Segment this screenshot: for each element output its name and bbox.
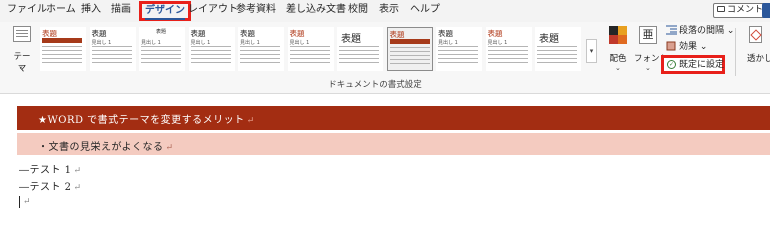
- style-set-thumbnail[interactable]: 表題見出し 1: [188, 27, 235, 71]
- document-formatting-group-label: ドキュメントの書式設定: [328, 80, 422, 90]
- paragraph-spacing-icon: [666, 25, 677, 35]
- tab-view[interactable]: 表示: [379, 4, 399, 16]
- effects-button[interactable]: 効果 ⌄: [666, 41, 707, 53]
- tab-review[interactable]: 校閲: [348, 4, 368, 16]
- tab-draw[interactable]: 描画: [111, 4, 131, 16]
- set-as-default-button[interactable]: ✓ 既定に設定: [661, 55, 725, 74]
- style-set-title: 表題: [91, 29, 107, 38]
- chevron-down-icon: ⌄: [18, 62, 24, 70]
- themes-icon: [13, 26, 31, 42]
- share-button[interactable]: [762, 3, 770, 18]
- style-set-text-lines: [42, 46, 82, 64]
- style-set-title: 表題: [539, 34, 559, 45]
- heading2-paragraph[interactable]: ・文書の見栄えがよくなる ↵: [17, 133, 770, 155]
- style-set-thumbnail[interactable]: 表題: [40, 27, 86, 71]
- style-set-title: 表題: [487, 29, 503, 38]
- design-ribbon: テーマ ⌄ 表題 表題 見出し 1 表題 見出し 1 表題 見出し 1 表題 見出し 1 表題 見出…: [0, 22, 770, 94]
- style-set-subtitle: 見出し 1: [91, 40, 112, 46]
- watermark-label: 透かし: [747, 54, 770, 64]
- comment-button[interactable]: コメント: [713, 3, 769, 18]
- style-set-text-lines: [487, 46, 528, 64]
- tab-help[interactable]: ヘルプ: [410, 4, 440, 16]
- tab-design[interactable]: デザイン: [139, 1, 191, 21]
- paragraph-spacing-label: 段落の間隔: [679, 26, 725, 36]
- style-set-text-lines: [190, 46, 231, 64]
- gallery-more-button[interactable]: ▾: [586, 39, 597, 63]
- style-set-thumbnail[interactable]: 表題見出し 1: [139, 27, 185, 71]
- style-set-subtitle: 見出し 1: [190, 40, 211, 46]
- style-set-subtitle: 見出し 1: [289, 40, 310, 46]
- watermark-icon: [749, 26, 762, 43]
- heading1-paragraph[interactable]: ★WORD で書式テーマを変更するメリット ↵: [17, 106, 770, 130]
- style-set-text-lines: [141, 46, 181, 64]
- style-set-text-lines: [339, 46, 379, 64]
- checkmark-icon: ✓: [667, 60, 676, 69]
- paragraph-mark-icon: ↵: [73, 166, 82, 176]
- style-set-heading-band: [42, 38, 82, 43]
- style-set-thumbnail[interactable]: 表題: [386, 27, 433, 71]
- style-set-subtitle: 見出し 1: [240, 40, 260, 46]
- style-set-title: 表題: [240, 29, 255, 38]
- effects-icon: [666, 41, 677, 51]
- style-set-subtitle: 見出し 1: [438, 40, 458, 46]
- tab-home[interactable]: ホーム: [46, 4, 76, 16]
- style-set-thumbnail[interactable]: 表題見出し 1: [238, 27, 284, 71]
- style-set-gallery: 表題 表題 見出し 1 表題 見出し 1 表題 見出し 1 表題 見出し 1 表題 見出し 1 表題表…: [40, 24, 585, 76]
- body-paragraph[interactable]: ―テスト 1 ↵: [19, 161, 82, 176]
- style-set-title: 表題: [438, 29, 453, 38]
- chevron-down-icon: ⌄: [615, 64, 621, 72]
- paragraph-mark-icon: ↵: [246, 116, 255, 126]
- style-set-thumbnail[interactable]: 表題見出し 1: [287, 27, 334, 71]
- body-paragraph[interactable]: ―テスト 2 ↵: [19, 178, 82, 193]
- effects-label: 効果: [679, 42, 698, 52]
- fonts-icon: 亜: [639, 26, 657, 44]
- comment-icon: [717, 5, 725, 12]
- style-set-subtitle: 見出し 1: [141, 40, 161, 46]
- style-set-title: 表題: [190, 29, 206, 38]
- style-set-text-lines: [240, 46, 280, 64]
- empty-paragraph[interactable]: ↵: [21, 196, 31, 207]
- tab-mailings[interactable]: 差し込み文書: [286, 4, 346, 16]
- tab-references[interactable]: 参考資料: [236, 4, 276, 16]
- colors-button[interactable]: 配色 ⌄: [604, 24, 632, 74]
- tab-insert[interactable]: 挿入: [81, 4, 101, 16]
- tab-file[interactable]: ファイル: [7, 4, 47, 16]
- style-set-text-lines: [438, 46, 478, 64]
- themes-button[interactable]: テーマ ⌄: [10, 24, 34, 74]
- style-set-thumbnail[interactable]: 表題見出し 1: [89, 27, 136, 71]
- paragraph-spacing-button[interactable]: 段落の間隔 ⌄: [666, 25, 734, 37]
- tab-layout[interactable]: レイアウト: [188, 4, 238, 16]
- style-set-title: 表題: [341, 34, 361, 45]
- fonts-label: フォント: [634, 54, 669, 64]
- paragraph-mark-icon: ↵: [165, 143, 174, 153]
- style-set-text-lines: [537, 46, 577, 64]
- paragraph-mark-icon: ↵: [23, 197, 32, 207]
- style-set-subtitle: 見出し 1: [487, 40, 508, 46]
- style-set-thumbnail[interactable]: 表題: [535, 27, 581, 71]
- style-set-thumbnail[interactable]: 表題見出し 1: [485, 27, 532, 71]
- style-set-text-lines: [289, 46, 330, 64]
- text-cursor: [19, 196, 20, 208]
- ribbon-divider: [735, 28, 736, 76]
- paragraph-mark-icon: ↵: [73, 183, 82, 193]
- heading2-text: ・文書の見栄えがよくなる ↵: [38, 142, 174, 153]
- style-set-thumbnail[interactable]: 表題: [337, 27, 383, 71]
- style-set-text-lines: [389, 47, 430, 65]
- chevron-down-icon: ⌄: [645, 64, 651, 72]
- document-canvas[interactable]: ★WORD で書式テーマを変更するメリット ↵ ・文書の見栄えがよくなる ↵ ―テス…: [0, 95, 770, 248]
- style-set-heading-band: [389, 39, 430, 44]
- fonts-button[interactable]: 亜 フォント ⌄: [634, 24, 669, 74]
- style-set-title: 表題: [289, 29, 305, 38]
- watermark-button[interactable]: 透かし: [741, 24, 770, 74]
- set-as-default-label: 既定に設定: [679, 60, 725, 70]
- ribbon-tab-bar: ファイル ホーム 挿入 描画 デザイン レイアウト 参考資料 差し込み文書 校閲…: [0, 0, 770, 22]
- comment-label: コメント: [727, 5, 764, 15]
- style-set-text-lines: [91, 46, 132, 64]
- style-set-thumbnail[interactable]: 表題見出し 1: [436, 27, 482, 71]
- style-set-title: 表題: [155, 29, 166, 35]
- heading1-text: ★WORD で書式テーマを変更するメリット ↵: [38, 115, 255, 126]
- colors-icon: [609, 26, 627, 44]
- colors-label: 配色: [609, 54, 627, 64]
